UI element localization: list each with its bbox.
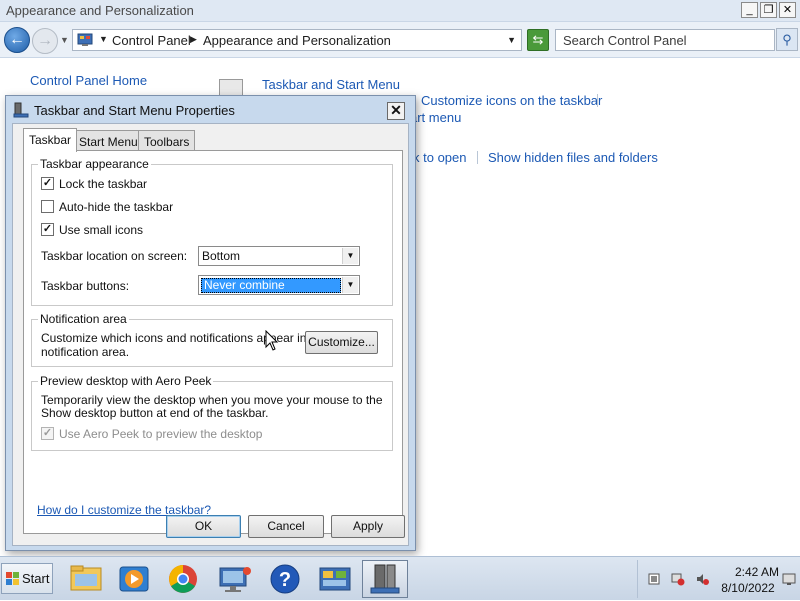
dialog-close-button[interactable]: ✕ <box>387 102 405 120</box>
address-dropdown-icon[interactable]: ▼ <box>507 35 516 45</box>
search-input[interactable]: Search Control Panel <box>555 29 775 51</box>
taskbar-location-value: Bottom <box>202 249 241 263</box>
aero-peek-description-line2: Show desktop button at end of the taskba… <box>41 406 269 420</box>
control-panel-home-link[interactable]: Control Panel Home <box>30 73 147 88</box>
notification-area-group: Notification area Customize which icons … <box>31 312 393 367</box>
restore-button[interactable]: ❐ <box>760 2 777 18</box>
lock-taskbar-label[interactable]: Lock the taskbar <box>59 177 147 191</box>
location-label: Taskbar location on screen: <box>41 249 188 263</box>
notification-description-line2: notification area. <box>41 345 130 359</box>
control-panel-icon <box>77 33 93 46</box>
taskbar-buttons-label: Taskbar buttons: <box>41 279 130 293</box>
tab-start-menu[interactable]: Start Menu <box>73 130 144 152</box>
close-window-button[interactable]: ✕ <box>779 2 796 18</box>
svg-text:?: ? <box>279 569 291 591</box>
apply-button[interactable]: Apply <box>331 515 405 538</box>
file-explorer-icon[interactable] <box>63 560 109 598</box>
chevron-down-icon[interactable]: ▼ <box>342 248 358 264</box>
clock-time[interactable]: 2:42 AM <box>727 565 787 579</box>
search-icon[interactable]: ⚲ <box>776 28 798 51</box>
forward-button[interactable]: → <box>32 28 58 54</box>
aero-peek-check: ✓ <box>42 427 53 439</box>
dialog-title: Taskbar and Start Menu Properties <box>34 103 235 118</box>
network-error-icon[interactable] <box>671 572 685 586</box>
taskbar-buttons-value: Never combine <box>201 278 341 293</box>
start-button[interactable]: Start <box>1 563 53 594</box>
taskbar-appearance-title: Taskbar appearance <box>38 157 151 171</box>
show-hidden-files-link[interactable]: Show hidden files and folders <box>488 150 658 165</box>
control-panel-icon[interactable] <box>312 560 358 598</box>
taskbar-start-menu-link[interactable]: Taskbar and Start Menu <box>262 77 400 92</box>
breadcrumb-control-panel[interactable]: Control Panel <box>112 33 191 48</box>
aero-peek-checkbox[interactable]: ✓ <box>41 427 54 440</box>
cancel-button[interactable]: Cancel <box>248 515 324 538</box>
small-icons-checkbox[interactable]: ✓ <box>41 223 54 236</box>
windows-taskbar: Start ? 2:42 AM 8/10/2022 <box>0 556 800 600</box>
start-menu-link[interactable]: art menu <box>410 110 461 125</box>
lock-taskbar-checkbox[interactable]: ✓ <box>41 177 54 190</box>
taskbar-properties-dialog: Taskbar and Start Menu Properties ✕ Task… <box>5 95 416 551</box>
customize-icons-link[interactable]: Customize icons on the taskbar <box>421 93 602 108</box>
remote-desktop-icon[interactable] <box>211 560 257 598</box>
click-to-open-link[interactable]: k to open <box>413 150 467 165</box>
taskbar-properties-icon <box>13 102 29 118</box>
notification-description-line1: Customize which icons and notifications … <box>41 331 327 345</box>
taskbar-properties-icon[interactable] <box>362 560 408 598</box>
aero-peek-group: Preview desktop with Aero Peek Temporari… <box>31 374 393 451</box>
small-icons-label[interactable]: Use small icons <box>59 223 143 237</box>
refresh-button[interactable]: ⇆ <box>527 29 549 51</box>
aero-peek-description-line1: Temporarily view the desktop when you mo… <box>41 393 383 407</box>
auto-hide-label[interactable]: Auto-hide the taskbar <box>59 200 173 214</box>
notification-area-title: Notification area <box>38 312 129 326</box>
dialog-titlebar[interactable]: Taskbar and Start Menu Properties ✕ <box>6 96 415 122</box>
windows-flag-icon <box>6 572 19 585</box>
aero-peek-label[interactable]: Use Aero Peek to preview the desktop <box>59 427 262 441</box>
media-player-icon[interactable] <box>111 560 157 598</box>
customize-button[interactable]: Customize... <box>305 331 378 354</box>
tab-toolbars[interactable]: Toolbars <box>138 130 196 152</box>
taskbar-buttons-select[interactable]: Never combine ▼ <box>198 275 360 295</box>
window-titlebar: Appearance and Personalization _ ❐ ✕ <box>0 0 800 22</box>
lock-taskbar-check: ✓ <box>42 177 53 189</box>
small-icons-check: ✓ <box>42 223 53 235</box>
link-separator <box>477 151 478 164</box>
taskbar-appearance-group: Taskbar appearance ✓ Lock the taskbar Au… <box>31 157 393 306</box>
action-center-icon[interactable] <box>647 572 661 586</box>
dialog-body: Taskbar Start Menu Toolbars Taskbar appe… <box>12 123 409 546</box>
chevron-down-icon[interactable]: ▼ <box>342 277 358 293</box>
mouse-cursor-icon <box>265 330 279 351</box>
back-button[interactable]: ← <box>4 27 30 53</box>
taskbar-tab-panel: Taskbar appearance ✓ Lock the taskbar Au… <box>23 150 403 534</box>
minimize-button[interactable]: _ <box>741 2 758 18</box>
link-separator <box>597 94 598 107</box>
breadcrumb-chevron-icon[interactable]: ▼ <box>99 34 108 44</box>
auto-hide-checkbox[interactable] <box>41 200 54 213</box>
recent-pages-chevron-icon[interactable]: ▼ <box>60 35 69 45</box>
navigation-bar: ← → ▼ ▼ Control Panel ▶ Appearance and P… <box>0 22 800 58</box>
ok-button[interactable]: OK <box>166 515 241 538</box>
help-icon[interactable]: ? <box>262 560 308 598</box>
volume-muted-icon[interactable] <box>695 572 709 586</box>
breadcrumb-separator-icon[interactable]: ▶ <box>190 34 197 45</box>
clock-date[interactable]: 8/10/2022 <box>717 581 779 595</box>
tab-taskbar[interactable]: Taskbar <box>23 128 78 152</box>
address-bar[interactable]: ▼ Control Panel ▶ Appearance and Persona… <box>72 29 522 51</box>
start-label: Start <box>22 571 50 586</box>
breadcrumb-appearance[interactable]: Appearance and Personalization <box>203 33 391 48</box>
window-title: Appearance and Personalization <box>6 3 194 18</box>
chrome-icon[interactable] <box>160 560 206 598</box>
taskbar-location-select[interactable]: Bottom ▼ <box>198 246 360 266</box>
aero-peek-title: Preview desktop with Aero Peek <box>38 374 214 388</box>
